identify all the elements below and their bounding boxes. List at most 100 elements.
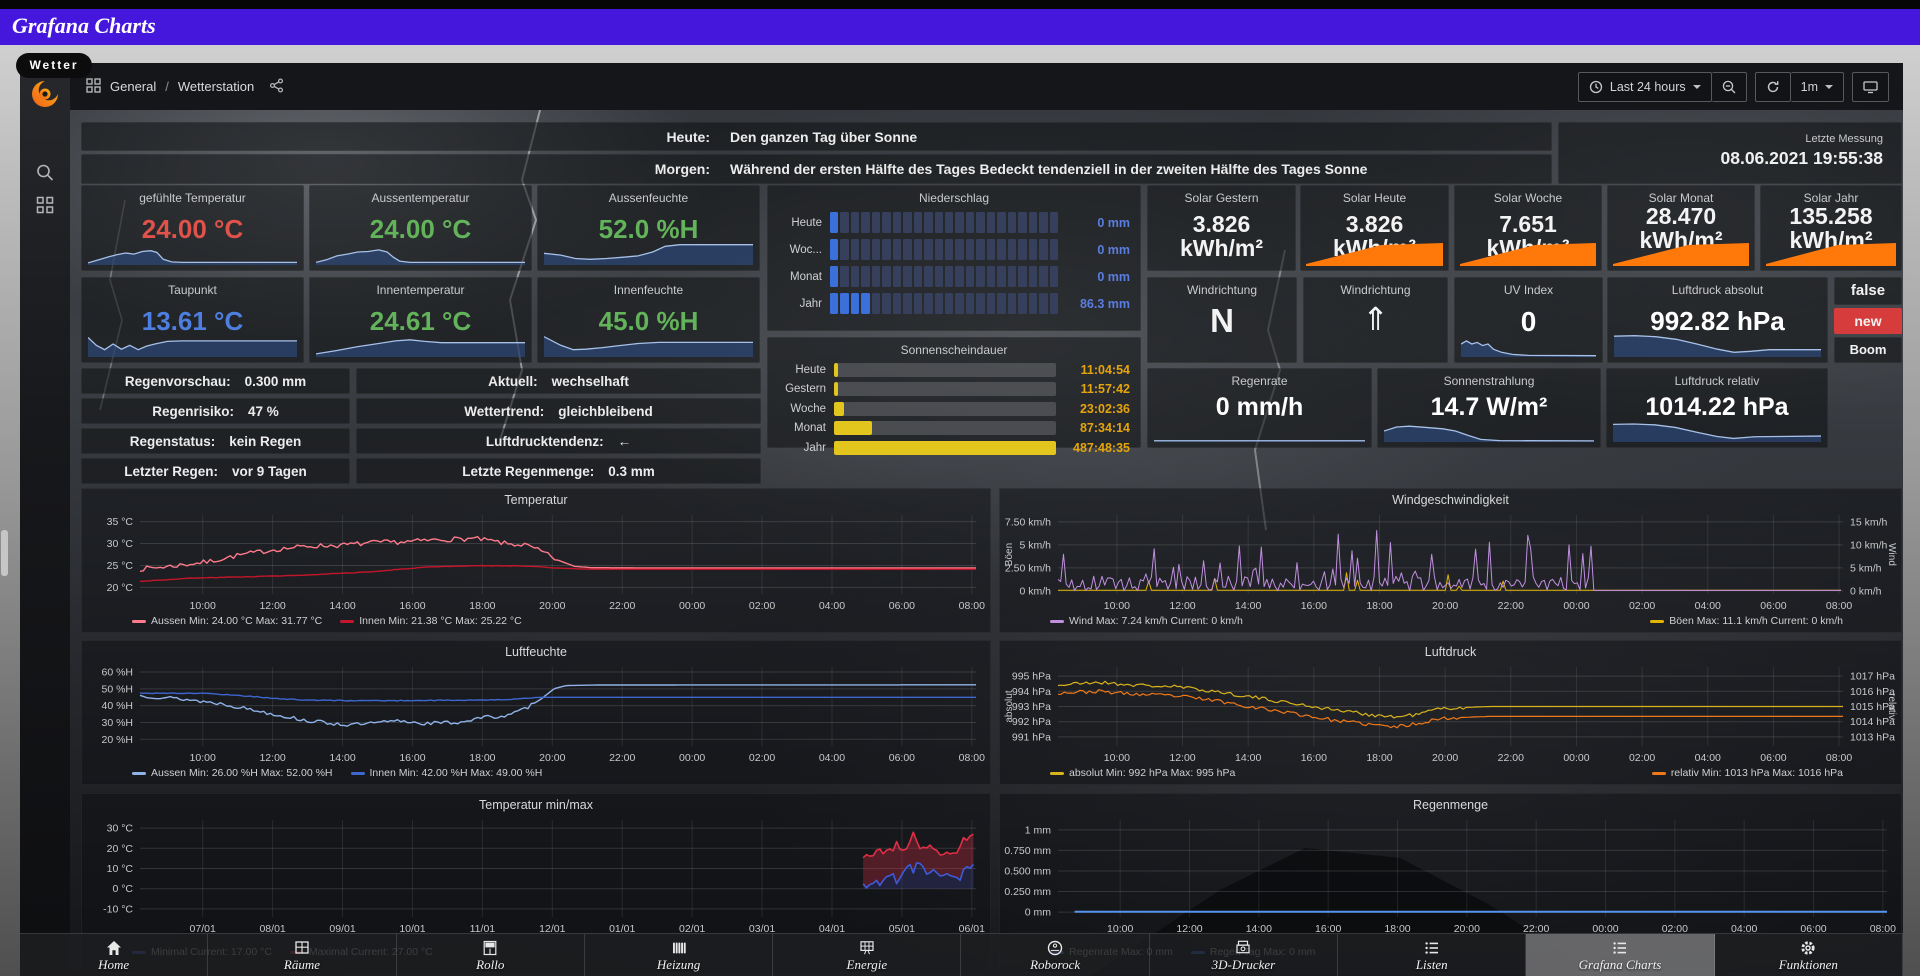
stat-title: Windrichtung (1340, 283, 1411, 297)
stat-title: Sonnenstrahlung (1443, 374, 1535, 388)
clock-icon (1589, 80, 1603, 93)
gauge-value: 0 mm (1097, 242, 1130, 257)
nav-item-funktionen[interactable]: Funktionen (1715, 934, 1903, 976)
chart-luftfeuchte[interactable]: Luftfeuchte 10:00 12:00 14:00 16:00 18:00 20:0… (81, 640, 991, 785)
y-axis-tick-label: 991 hPa (1012, 731, 1051, 743)
sparkline-canvas (1613, 420, 1821, 442)
legend-entry[interactable]: Aussen Min: 24.00 °C Max: 31.77 °C (132, 615, 322, 627)
chart-legend: Böen Max: 11.1 km/h Current: 0 km/h (1650, 615, 1843, 627)
nav-item-label: Home (98, 957, 130, 972)
gauge-label: Heute (795, 363, 826, 376)
nav-item-label: Roborock (1030, 957, 1081, 972)
x-axis-tick-label: 08:00 (959, 600, 985, 612)
breadcrumb-page[interactable]: Wetterstation (178, 79, 254, 94)
stat-innenfeuchte: Innenfeuchte 45.0 %H (537, 277, 760, 363)
x-axis-tick-label: 10:00 (1104, 752, 1130, 764)
stat-title: Windrichtung (1186, 283, 1258, 297)
stat-sparkline (88, 331, 297, 357)
x-axis-tick-label: 06:00 (889, 752, 915, 764)
stat-luftdruck-absolut: Luftdruck absolut 992.82 hPa (1607, 277, 1828, 363)
info-label: Wettertrend: (464, 403, 545, 419)
y-axis-tick-label: 1013 hPa (1850, 731, 1895, 743)
forecast-today-text: Den ganzen Tag über Sonne (730, 128, 918, 145)
grafana-sidebar: Wetter (16, 53, 92, 976)
gauge-track (834, 362, 1056, 377)
y-axis-tick-label: 0 km/h (1850, 585, 1882, 597)
legend-entry[interactable]: Aussen Min: 26.00 %H Max: 52.00 %H (132, 767, 333, 779)
legend-entry[interactable]: absolut Min: 992 hPa Max: 995 hPa (1050, 767, 1235, 779)
legend-entry[interactable]: Innen Min: 21.38 °C Max: 25.22 °C (340, 615, 522, 627)
refresh-button[interactable] (1754, 71, 1791, 102)
stat-sparkline (1154, 424, 1365, 442)
stat-value: 1014.22 hPa (1645, 393, 1789, 421)
nav-item-grafana-charts[interactable]: Grafana Charts (1526, 934, 1715, 976)
stat-sparkline (316, 239, 525, 265)
nav-item-rollo[interactable]: Rollo (397, 934, 585, 976)
gauge-value: 11:04:54 (1080, 362, 1130, 377)
tv-mode-button[interactable] (1852, 71, 1889, 102)
stat-title: Regenrate (1231, 374, 1288, 388)
chart-windgeschwindigkeit[interactable]: Windgeschwindigkeit 10:00 12:00 14:00 16:00 1… (999, 488, 1902, 633)
dashboards-icon[interactable] (36, 196, 54, 219)
legend-entry[interactable]: relativ Min: 1013 hPa Max: 1016 hPa (1651, 767, 1843, 779)
gauge-fill (834, 440, 1056, 455)
x-axis-tick-label: 20:00 (539, 600, 565, 612)
chart-luftdruck[interactable]: Luftdruck 10:00 12:00 14:00 16:00 18:00 20:00 2… (999, 640, 1902, 785)
info-regenvorschau: Regenvorschau: 0.300 mm (81, 368, 350, 394)
refresh-interval-label: 1m (1800, 79, 1818, 94)
refresh-interval-picker[interactable]: 1m (1790, 71, 1844, 102)
nav-item-heizung[interactable]: Heizung (585, 934, 774, 976)
x-axis-tick-label: 06:00 (889, 600, 915, 612)
niederschlag-row: Monat 0 mm (768, 263, 1140, 290)
page-scrollbar-thumb[interactable] (1, 530, 8, 576)
y-axis-title: relativ (1886, 693, 1897, 720)
header-controls: Last 24 hours 1m (1577, 71, 1903, 102)
legend-entry[interactable]: Böen Max: 11.1 km/h Current: 0 km/h (1650, 615, 1843, 627)
y-axis-title: Wind (1886, 543, 1897, 566)
legend-entry[interactable]: Innen Min: 42.00 %H Max: 49.00 %H (350, 767, 542, 779)
nav-item-energie[interactable]: Energie (773, 934, 962, 976)
sonnenschein-row: Gestern 11:57:42 (768, 380, 1140, 400)
y-axis-tick-label: 0.250 mm (1004, 886, 1051, 898)
stat-title: UV Index (1503, 283, 1554, 297)
gauge-value: 87:34:14 (1079, 421, 1130, 436)
nav-item-r-ume[interactable]: Räume (208, 934, 397, 976)
nav-item-roborock[interactable]: Roborock (961, 934, 1150, 976)
chart-legend: Aussen Min: 24.00 °C Max: 31.77 °C Innen … (132, 615, 522, 627)
nav-item-label: Heizung (656, 957, 701, 972)
stat-title: Luftdruck absolut (1671, 283, 1764, 297)
stat-value: 14.7 W/m² (1430, 393, 1548, 421)
grafana-app: Wetter General / Wetterstation Last 24 h… (16, 53, 1903, 976)
share-icon[interactable] (269, 77, 284, 96)
sparkline-canvas (544, 239, 753, 265)
info-regenstatus: Regenstatus: kein Regen (81, 428, 350, 454)
breadcrumb-section[interactable]: General (110, 79, 156, 94)
nav-item-label: 3D-Drucker (1211, 957, 1276, 972)
chart-temperatur[interactable]: Temperatur 10:00 12:00 14:00 16:00 18:00 20:00… (81, 488, 991, 633)
zoom-out-button[interactable] (1711, 71, 1747, 102)
legend-entry[interactable]: Wind Max: 7.24 km/h Current: 0 km/h (1050, 615, 1243, 627)
nav-item-listen[interactable]: Listen (1338, 934, 1527, 976)
x-axis-tick-label: 20:00 (1432, 752, 1458, 764)
y-axis-tick-label: 0 mm (1025, 907, 1052, 919)
dashboard-content: Heute: Den ganzen Tag über Sonne Morgen:… (70, 110, 1903, 976)
info-wettertrend: Wettertrend: gleichbleibend (356, 398, 761, 424)
chart-canvas: Windgeschwindigkeit 10:00 12:00 14:00 16:00 1… (1004, 493, 1897, 612)
dashboard-grid-icon[interactable] (86, 77, 101, 96)
nav-item-3d-drucker[interactable]: 3D-Drucker (1150, 934, 1339, 976)
stat-solar-woche: Solar Woche 7.651 kWh/m² (1454, 185, 1602, 271)
series-Aussen (139, 536, 976, 572)
time-range-picker[interactable]: Last 24 hours (1577, 71, 1712, 102)
stat-value: 3.826 kWh/m² (1179, 211, 1264, 262)
grafana-logo-icon[interactable] (28, 77, 62, 116)
last-measurement-value: 08.06.2021 19:55:38 (1720, 148, 1884, 168)
nav-item-label: Listen (1415, 957, 1448, 972)
solar-ramp-graph (1766, 240, 1896, 266)
heizung-icon (672, 942, 686, 954)
nav-item-home[interactable]: Home (20, 934, 209, 976)
search-icon[interactable] (36, 163, 55, 187)
stat-title: Solar Heute (1342, 191, 1407, 205)
wetter-tooltip: Wetter (16, 53, 92, 78)
chart-title: Temperatur min/max (479, 798, 594, 812)
stat-uv-index: UV Index 0 (1454, 277, 1603, 363)
